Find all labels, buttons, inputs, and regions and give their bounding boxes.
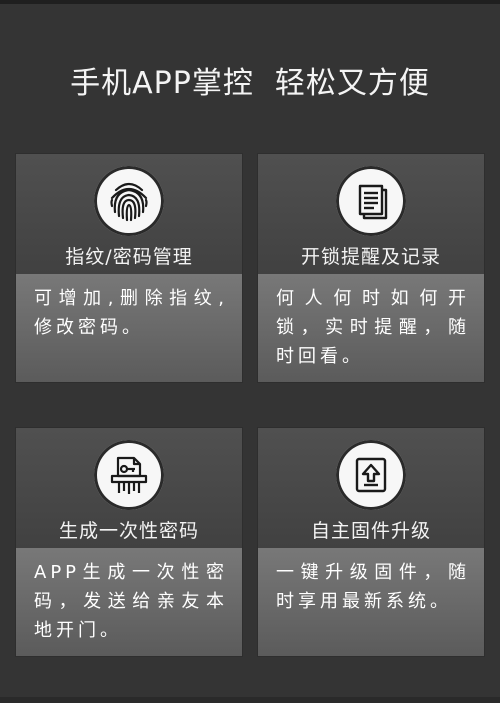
upgrade-icon — [336, 440, 406, 510]
one-time-password-icon — [94, 440, 164, 510]
feature-card-unlock-records: 开锁提醒及记录 何人何时如何开锁，实时提醒，随时回看。 — [258, 154, 484, 382]
feature-card-firmware-upgrade: 自主固件升级 一键升级固件，随时享用最新系统。 — [258, 428, 484, 656]
card-description: 一键升级固件，随时享用最新系统。 — [276, 562, 470, 612]
card-body: 何人何时如何开锁，实时提醒，随时回看。 — [258, 274, 484, 382]
card-body: 一键升级固件，随时享用最新系统。 — [258, 548, 484, 656]
card-description: 何人何时如何开锁，实时提醒，随时回看。 — [276, 288, 470, 367]
card-title: 自主固件升级 — [310, 520, 431, 542]
page-title: 手机APP掌控 轻松又方便 — [70, 66, 430, 101]
fingerprint-icon — [94, 166, 164, 236]
card-header: 生成一次性密码 — [16, 428, 242, 548]
card-header: 开锁提醒及记录 — [258, 154, 484, 274]
card-title: 生成一次性密码 — [58, 520, 199, 542]
card-header: 自主固件升级 — [258, 428, 484, 548]
document-icon — [336, 166, 406, 236]
card-header: 指纹/密码管理 — [16, 154, 242, 274]
card-title: 开锁提醒及记录 — [300, 246, 441, 268]
feature-card-one-time-password: 生成一次性密码 APP生成一次性密码，发送给亲友本地开门。 — [16, 428, 242, 656]
top-divider — [0, 0, 500, 4]
card-title: 指纹/密码管理 — [65, 246, 193, 268]
card-body: APP生成一次性密码，发送给亲友本地开门。 — [16, 548, 242, 656]
card-description: 可增加,删除指纹,修改密码。 — [34, 288, 228, 338]
bottom-divider — [0, 697, 500, 703]
feature-card-fingerprint: 指纹/密码管理 可增加,删除指纹,修改密码。 — [16, 154, 242, 382]
card-description: APP生成一次性密码，发送给亲友本地开门。 — [34, 562, 228, 641]
card-body: 可增加,删除指纹,修改密码。 — [16, 274, 242, 382]
